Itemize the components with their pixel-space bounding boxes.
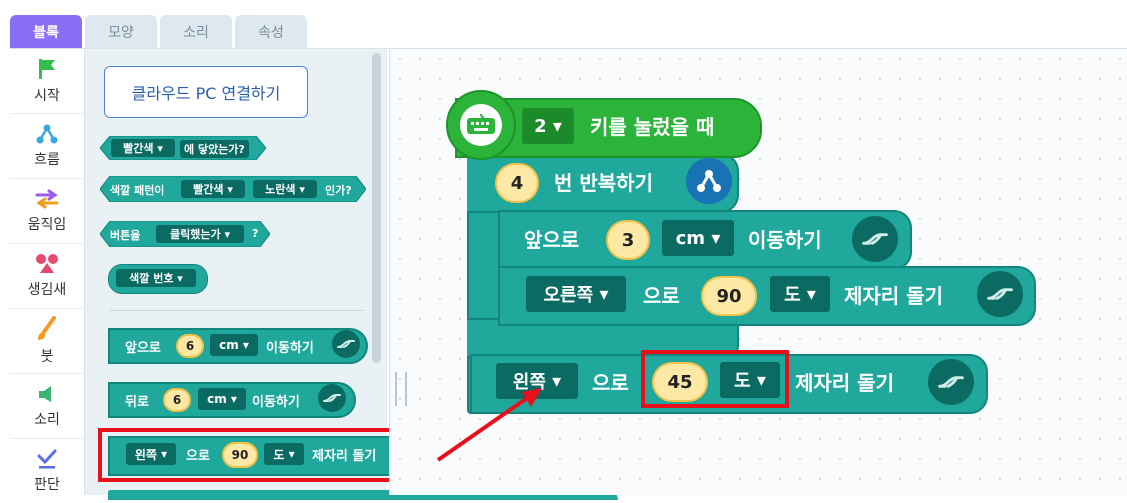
- shapes-icon: [36, 254, 58, 273]
- dropdown-value: 빨간색: [123, 142, 154, 155]
- dropdown-value: cm: [219, 338, 239, 352]
- dropdown-value: 색깔 번호: [129, 272, 174, 285]
- move-forward-label: 앞으로: [125, 341, 161, 356]
- move-action: 이동하기: [748, 228, 822, 252]
- dropdown-arrow-icon: ▾: [226, 392, 237, 406]
- tab-shape[interactable]: 모양: [85, 15, 157, 49]
- move-forward-unit-dropdown[interactable]: cm ▾: [210, 334, 258, 356]
- dropdown-arrow-icon: ▾: [800, 283, 816, 305]
- category-label: 붓: [40, 349, 54, 365]
- turn-right-dir-dropdown[interactable]: 오른쪽 ▾: [526, 276, 626, 312]
- category-label: 소리: [34, 412, 60, 428]
- turn-right-unit-dropdown[interactable]: 도 ▾: [770, 276, 830, 312]
- color-touch-suffix: 에 닿았는가?: [180, 140, 249, 158]
- dropdown-value: 2: [534, 115, 547, 137]
- turn-left-action: 제자리 돌기: [795, 371, 894, 395]
- hardware-link-icon: [852, 216, 898, 262]
- color-pattern-suffix: 인가?: [325, 184, 352, 197]
- dropdown-arrow-icon: ▾: [546, 115, 562, 137]
- category-label: 흐름: [34, 152, 60, 168]
- dropdown-arrow-icon: ▾: [705, 227, 721, 249]
- resize-handle[interactable]: [395, 372, 407, 406]
- dropdown-arrow-icon: ▾: [220, 227, 230, 241]
- move-back-value[interactable]: 6: [163, 388, 191, 412]
- category-start[interactable]: 시작: [10, 49, 84, 114]
- keyboard-icon: [460, 104, 502, 146]
- color-pattern-dropdown-2[interactable]: 노란색 ▾: [253, 180, 317, 198]
- dropdown-arrow-icon: ▾: [223, 182, 233, 196]
- move-forward-value[interactable]: 6: [176, 334, 204, 358]
- red-arrow-annotation: [436, 388, 542, 462]
- category-judge[interactable]: 판단: [10, 439, 84, 503]
- speaker-icon: [39, 386, 51, 402]
- dropdown-value: 오른쪽: [543, 285, 594, 306]
- event-label: 키를 눌렀을 때: [590, 115, 715, 139]
- cloud-pc-connect-button[interactable]: 클라우드 PC 연결하기: [104, 66, 308, 118]
- dropdown-arrow-icon: ▾: [173, 271, 183, 285]
- dropdown-value: cm: [207, 392, 227, 406]
- repeat-count[interactable]: 4: [495, 163, 539, 203]
- highlight-box-workspace: [641, 350, 789, 408]
- hardware-link-icon: [332, 330, 360, 358]
- arrows-icon: [35, 189, 59, 209]
- event-key-dropdown[interactable]: 2 ▾: [522, 108, 574, 144]
- dropdown-arrow-icon: ▾: [295, 182, 305, 196]
- color-number-dropdown[interactable]: 색깔 번호 ▾: [116, 269, 196, 287]
- turn-left-post: 으로: [592, 371, 629, 395]
- dropdown-arrow-icon: ▾: [238, 338, 249, 352]
- turn-right-value[interactable]: 90: [701, 276, 757, 316]
- tab-sound[interactable]: 소리: [160, 15, 232, 49]
- key-event-hat: [446, 90, 516, 160]
- flow-icon: [686, 158, 732, 204]
- move-value[interactable]: 3: [606, 220, 650, 260]
- category-sound[interactable]: 소리: [10, 374, 84, 439]
- button-state-dropdown[interactable]: 클릭했는가 ▾: [156, 225, 244, 243]
- category-looks[interactable]: 생김새: [10, 244, 84, 309]
- dropdown-arrow-icon: ▾: [593, 283, 609, 305]
- check-icon: [37, 449, 57, 469]
- hardware-link-icon: [928, 359, 974, 405]
- category-label: 판단: [34, 477, 60, 493]
- dropdown-value: 도: [784, 285, 801, 306]
- highlight-box-palette: [98, 428, 434, 482]
- flow-icon: [36, 124, 58, 144]
- hardware-link-icon: [977, 271, 1023, 317]
- flag-icon: [39, 59, 55, 79]
- tab-blocks[interactable]: 블록: [10, 15, 82, 49]
- dropdown-value: 노란색: [265, 183, 296, 196]
- palette-divider: [110, 310, 364, 311]
- color-touch-dropdown[interactable]: 빨간색 ▾: [111, 139, 175, 157]
- move-back-action: 이동하기: [252, 395, 300, 410]
- dropdown-arrow-icon: ▾: [153, 141, 163, 155]
- color-pattern-prefix: 색깔 패턴이: [110, 184, 165, 197]
- brush-icon: [38, 316, 56, 340]
- move-back-unit-dropdown[interactable]: cm ▾: [198, 388, 246, 410]
- button-clicked-suffix: ?: [252, 227, 259, 240]
- move-forward-action: 이동하기: [266, 341, 314, 356]
- dropdown-value: 빨간색: [193, 183, 224, 196]
- turn-right-action: 제자리 돌기: [844, 284, 943, 308]
- color-pattern-dropdown-1[interactable]: 빨간색 ▾: [181, 180, 245, 198]
- category-label: 움직임: [27, 217, 67, 233]
- palette-scrollbar[interactable]: [372, 53, 381, 363]
- category-sidebar: 시작 흐름 움직임 생김새 붓 소리 판단: [10, 49, 85, 495]
- move-label: 앞으로: [524, 228, 580, 252]
- move-back-label: 뒤로: [125, 395, 149, 410]
- button-clicked-prefix: 버튼을: [110, 229, 141, 242]
- category-motion[interactable]: 움직임: [10, 179, 84, 244]
- category-label: 시작: [34, 88, 60, 104]
- turn-right-post: 으로: [643, 284, 680, 308]
- move-unit-dropdown[interactable]: cm ▾: [662, 220, 734, 256]
- dropdown-value: 클릭했는가: [170, 228, 221, 241]
- hardware-link-icon: [318, 384, 346, 412]
- category-label: 생김새: [27, 282, 67, 298]
- tab-property[interactable]: 속성: [235, 15, 307, 49]
- category-brush[interactable]: 붓: [10, 309, 84, 374]
- repeat-label: 번 반복하기: [554, 171, 653, 195]
- category-flow[interactable]: 흐름: [10, 114, 84, 179]
- dropdown-value: cm: [675, 227, 706, 249]
